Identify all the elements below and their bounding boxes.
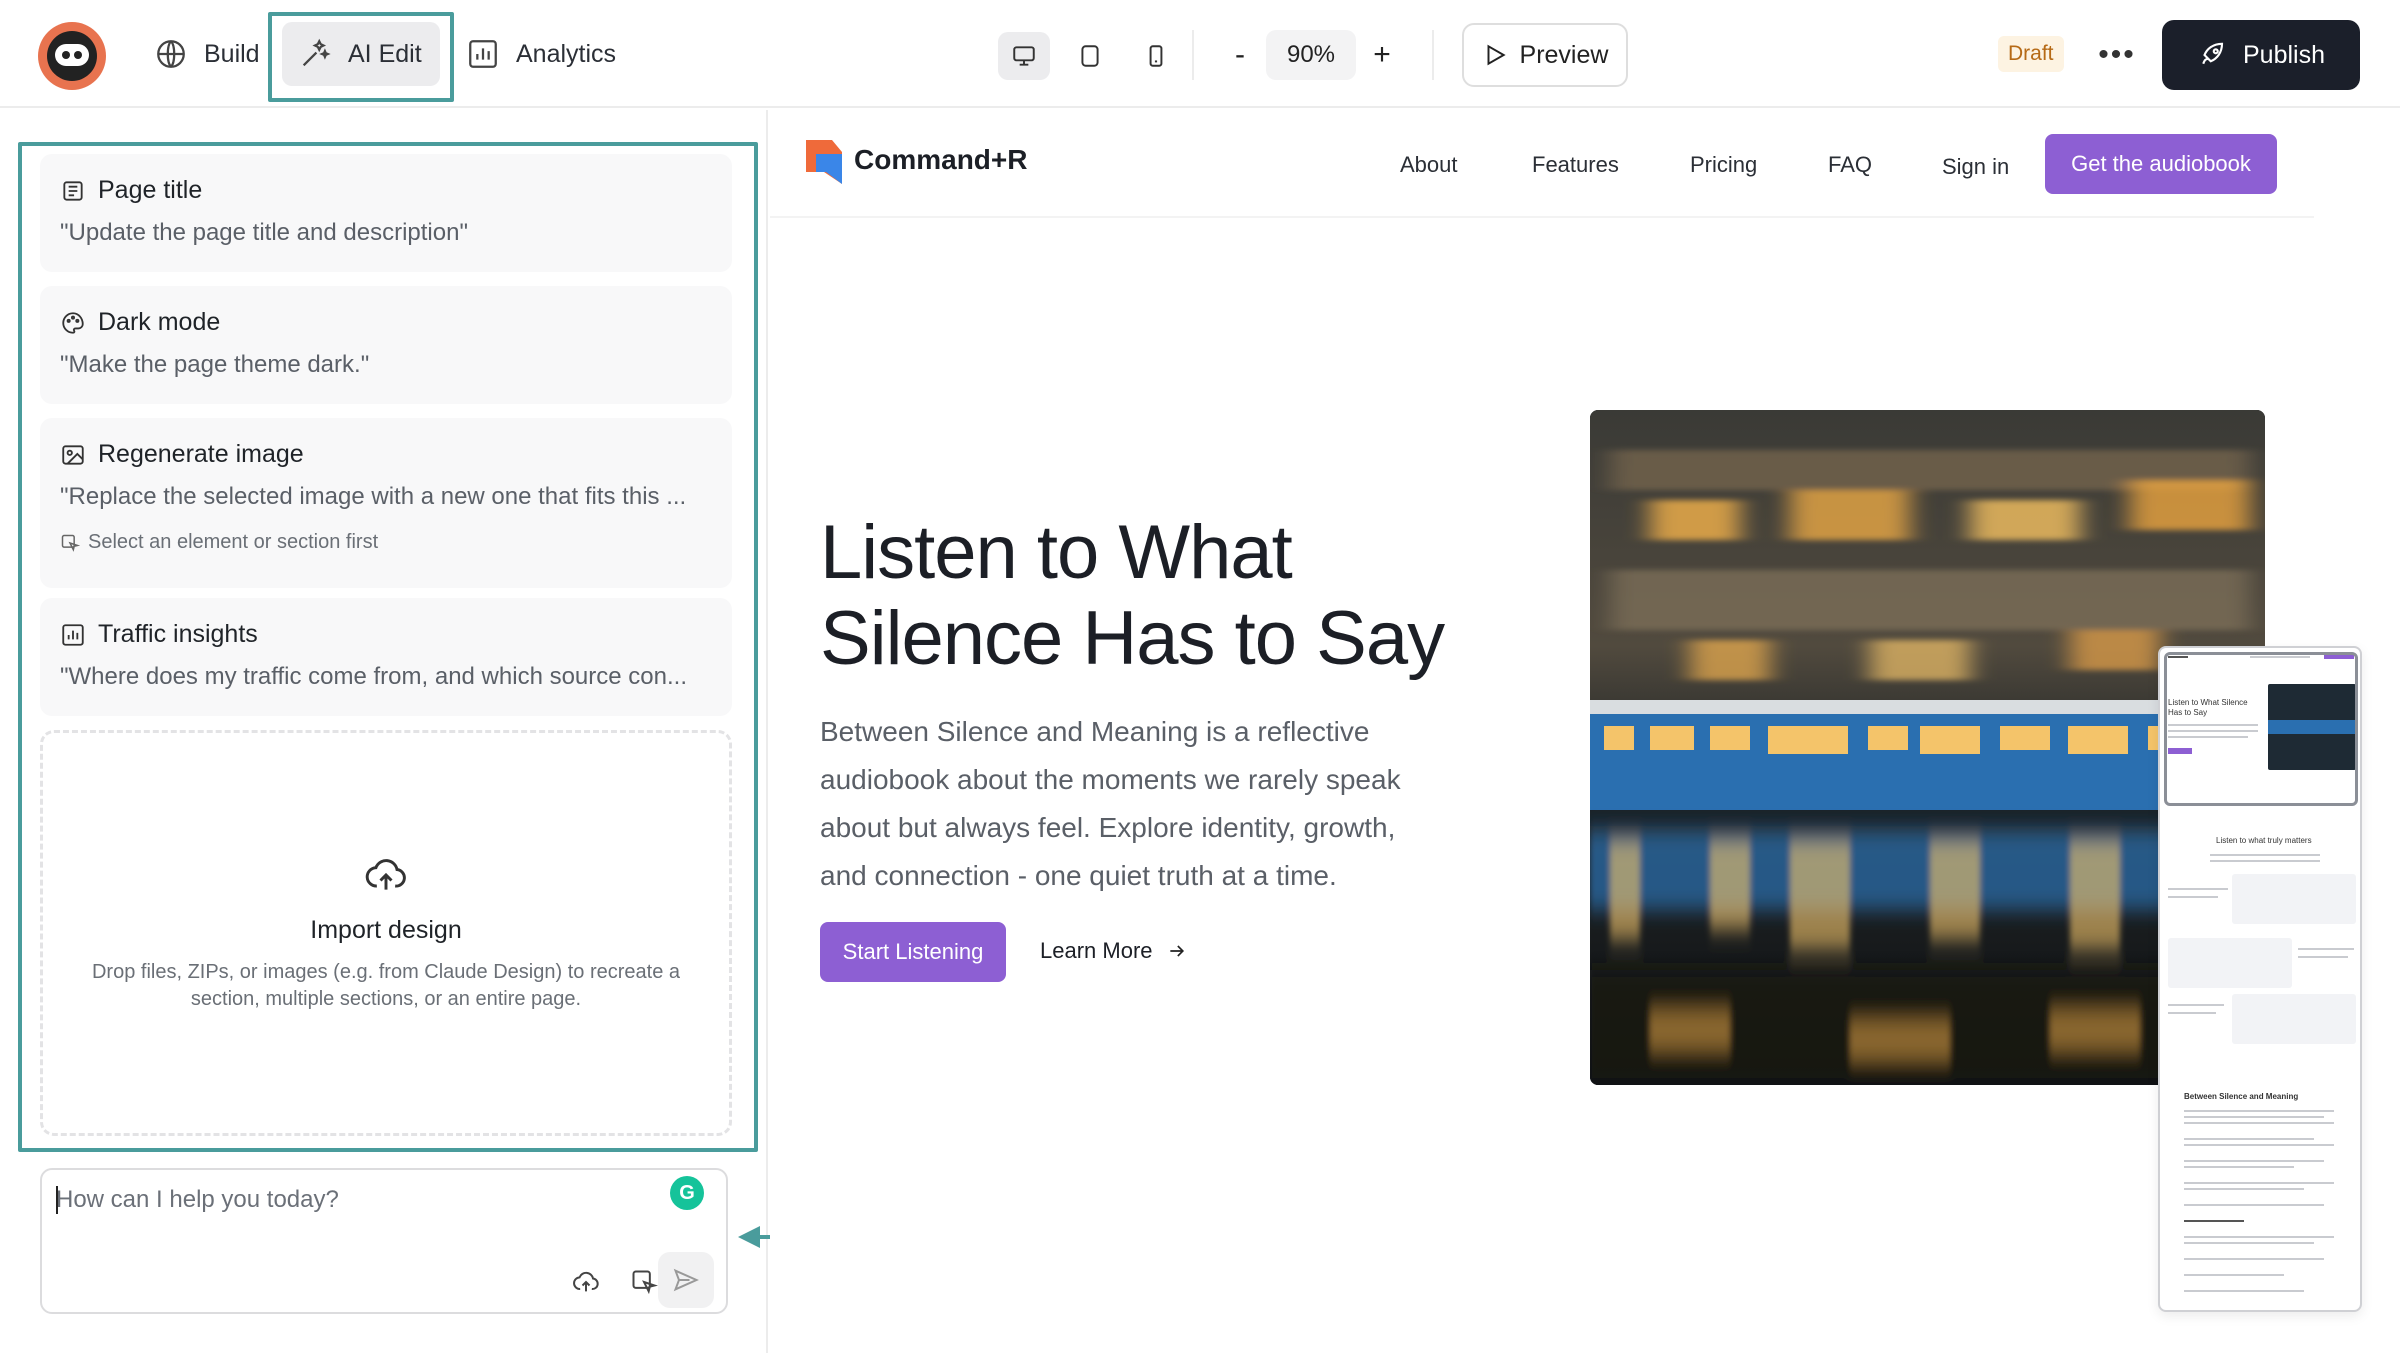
brand-logo-icon [806,140,842,184]
grammarly-icon[interactable]: G [670,1176,704,1210]
status-badge: Draft [1998,36,2064,72]
sparkle-wand-icon [302,38,331,67]
nav-analytics-label: Analytics [516,39,617,68]
play-icon [1487,44,1506,66]
zoom-level[interactable]: 90% [1266,30,1356,80]
arrow-right-icon [1169,945,1184,957]
site-nav-link[interactable]: Sign in [1942,154,2009,180]
desktop-icon [1013,46,1035,66]
more-options-button[interactable]: ••• [2092,32,2142,78]
zoom-in-button[interactable]: + [1362,30,1402,80]
globe-icon [157,40,185,68]
preview-button[interactable]: Preview [1462,23,1628,87]
site-nav-link[interactable]: About [1400,152,1458,178]
hero-title[interactable]: Listen to What Silence Has to Say [820,510,1520,682]
import-design-dropzone[interactable]: Import design Drop files, ZIPs, or image… [40,730,732,1136]
nav-ai-edit[interactable]: AI Edit [282,22,440,86]
suggestion-prompt: "Make the page theme dark." [60,351,370,378]
brand-name[interactable]: Command+R [854,144,1027,176]
hero-description[interactable]: Between Silence and Meaning is a reflect… [820,708,1440,900]
send-icon [673,1268,699,1292]
logo-mark [47,31,97,81]
text-caret [56,1186,58,1214]
site-nav-link[interactable]: Features [1532,152,1619,178]
import-title: Import design [310,916,462,944]
tablet-view-button[interactable] [1064,32,1116,80]
suggestion-card[interactable]: Page title "Update the page title and de… [40,154,732,272]
palette-icon [62,311,84,334]
suggestion-prompt: "Where does my traffic come from, and wh… [60,663,687,690]
import-description: Drop files, ZIPs, or images (e.g. from C… [91,961,680,1010]
minimap-section-title: Listen to what truly matters [2216,836,2312,845]
device-switcher [998,32,1182,80]
start-listening-button[interactable]: Start Listening [820,922,1006,982]
page-icon [63,180,83,201]
bar-chart-icon [469,40,497,68]
preview-label: Preview [1519,40,1609,69]
publish-label: Publish [2243,40,2325,69]
minimap-viewport[interactable] [2164,652,2358,806]
suggestion-title: Dark mode [98,308,221,336]
rocket-icon [2202,42,2224,65]
page-preview-canvas[interactable]: Command+R About Features Pricing FAQ Sig… [770,110,2314,1353]
app-logo[interactable] [38,22,106,90]
chat-input-box[interactable]: How can I help you today? G [40,1168,728,1314]
site-header: Command+R About Features Pricing FAQ Sig… [770,110,2314,218]
nav-ai-edit-label: AI Edit [348,39,422,68]
publish-button[interactable]: Publish [2162,20,2360,90]
mobile-icon [1149,45,1163,67]
upload-button[interactable] [566,1262,606,1302]
nav-build[interactable]: Build [138,22,276,86]
nav-analytics[interactable]: Analytics [450,22,632,86]
minimap-book-title: Between Silence and Meaning [2184,1092,2299,1101]
nav-build-label: Build [204,39,260,68]
desktop-view-button[interactable] [998,32,1050,80]
image-icon [62,444,84,465]
suggestion-hint: Select an element or section first [88,531,379,553]
send-button[interactable] [658,1252,714,1308]
bar-chart-icon [62,623,84,646]
learn-more-link[interactable]: Learn More [1040,938,1187,964]
tablet-icon [1081,45,1099,67]
select-cursor-icon [632,1270,658,1295]
divider [1192,30,1194,80]
cloud-upload-icon [365,859,406,890]
ai-edit-panel: Page title "Update the page title and de… [0,110,768,1353]
suggestion-title: Traffic insights [98,620,258,648]
site-nav-link[interactable]: Pricing [1690,152,1757,178]
divider [1432,30,1434,80]
suggestion-prompt: "Replace the selected image with a new o… [60,483,687,510]
chat-input[interactable]: How can I help you today? [56,1186,339,1214]
site-nav-link[interactable]: FAQ [1828,152,1872,178]
suggestion-card[interactable]: Traffic insights "Where does my traffic … [40,598,732,716]
select-cursor-icon [61,534,80,552]
suggestion-prompt: "Update the page title and description" [60,219,468,246]
page-minimap[interactable]: Listen to What Silence Has to Say Listen… [2158,646,2362,1312]
suggestion-title: Regenerate image [98,440,304,468]
suggestion-card[interactable]: Regenerate image "Replace the selected i… [40,418,732,588]
suggestion-card[interactable]: Dark mode "Make the page theme dark." [40,286,732,404]
zoom-out-button[interactable]: - [1220,30,1260,80]
get-audiobook-button[interactable]: Get the audiobook [2045,134,2277,194]
cloud-upload-icon [573,1271,599,1292]
suggestion-title: Page title [98,176,203,204]
top-toolbar: Build AI Edit Analytics - 90% + Preview … [0,0,2400,108]
mobile-view-button[interactable] [1130,32,1182,80]
